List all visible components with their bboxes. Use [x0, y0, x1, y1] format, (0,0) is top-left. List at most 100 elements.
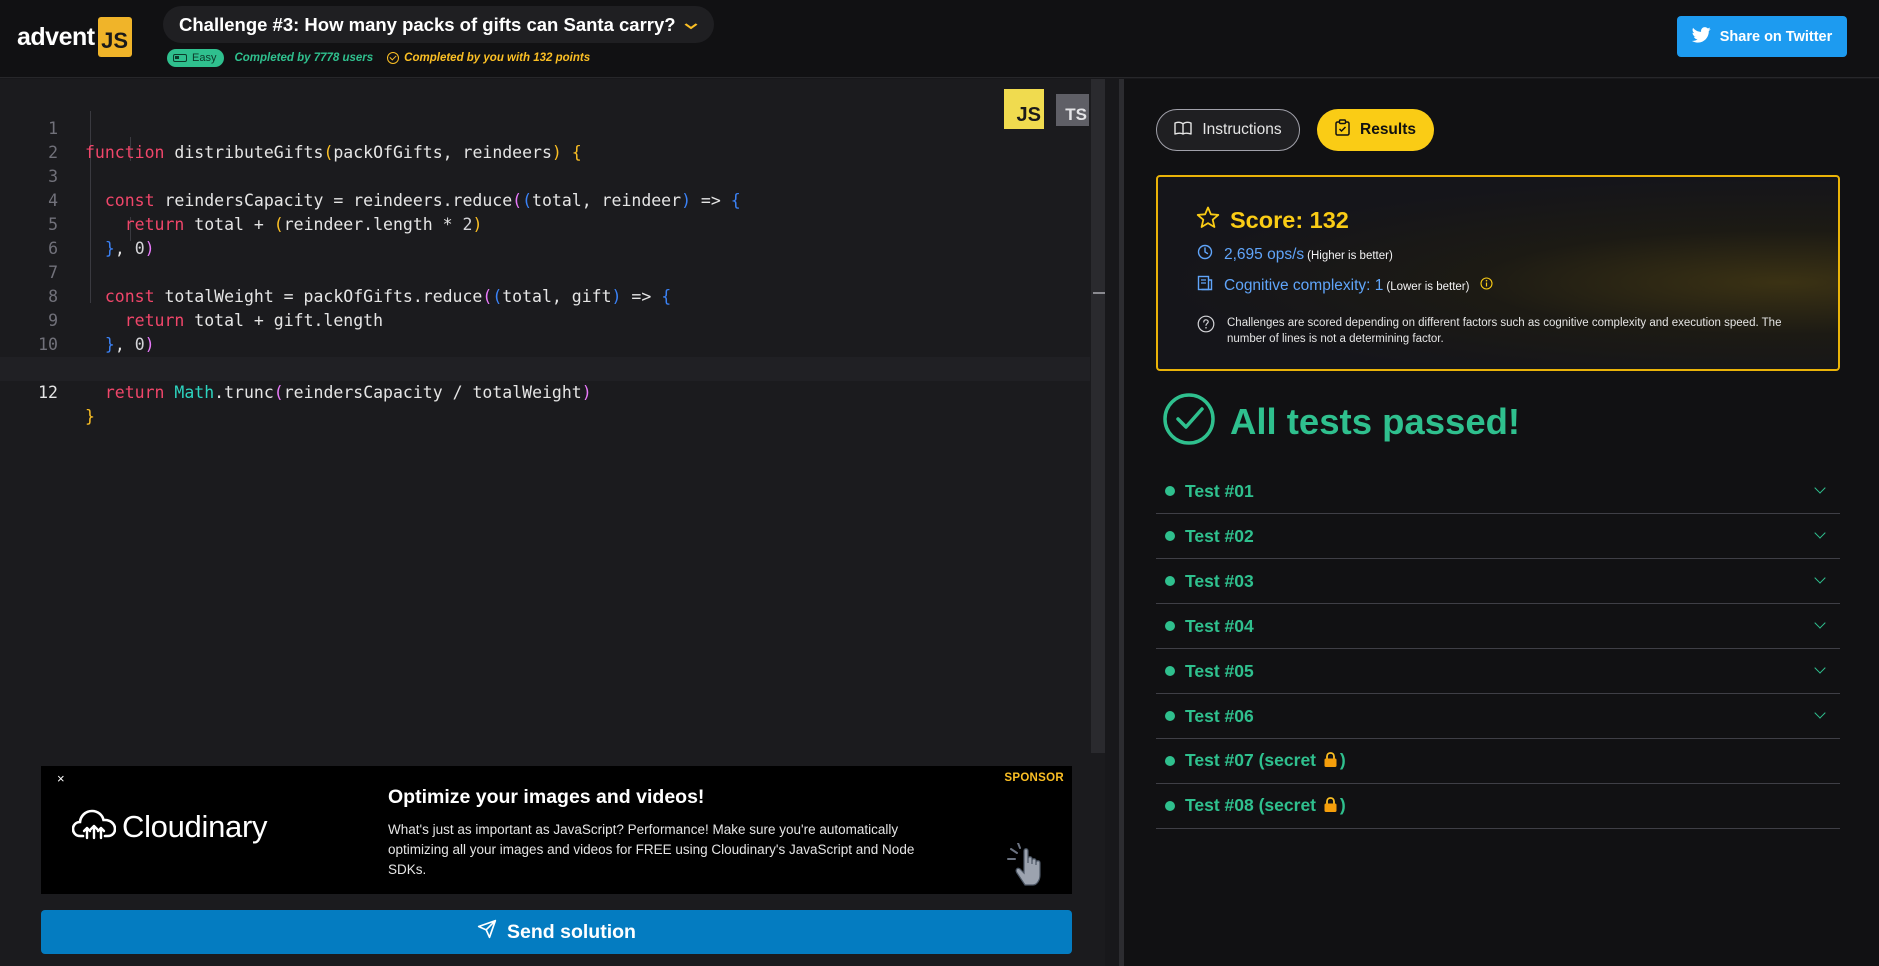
code-line[interactable]: 11 return Math.trunc(reindersCapacity / …	[0, 333, 1090, 402]
challenge-title: Challenge #3: How many packs of gifts ca…	[179, 13, 676, 35]
test-item[interactable]: Test #03	[1156, 559, 1840, 604]
twitter-icon	[1691, 26, 1711, 47]
test-label: Test #05	[1185, 660, 1254, 681]
tab-instructions[interactable]: Instructions	[1156, 109, 1300, 151]
test-item-secret: Test #07 (secret )	[1156, 739, 1840, 784]
clock-icon	[1197, 244, 1213, 265]
logo-text: advent	[17, 22, 95, 51]
scoring-info-row: Challenges are scored depending on diffe…	[1197, 315, 1807, 347]
test-label: Test #03	[1185, 570, 1254, 591]
test-item-secret: Test #08 (secret )	[1156, 784, 1840, 829]
code-line[interactable]: 4 return total + (reindeer.length * 2)	[0, 165, 1090, 234]
code-line[interactable]: 2	[0, 117, 1090, 162]
test-label-text: Test #07 (secret	[1185, 749, 1317, 770]
test-label: Test #06	[1185, 705, 1254, 726]
challenge-meta: Easy Completed by 7778 users Completed b…	[167, 49, 590, 67]
test-label: Test #02	[1185, 525, 1254, 546]
lock-icon	[1323, 751, 1338, 773]
cloudinary-logo: Cloudinary	[71, 808, 268, 845]
chevron-down-icon	[1814, 707, 1826, 719]
status-dot	[1165, 801, 1175, 811]
send-label: Send solution	[507, 920, 636, 943]
difficulty-badge: Easy	[167, 49, 225, 67]
tab-results-label: Results	[1360, 121, 1416, 138]
difficulty-label: Easy	[192, 52, 217, 64]
test-label: Test #04	[1185, 615, 1254, 636]
test-item[interactable]: Test #04	[1156, 604, 1840, 649]
star-icon	[1196, 206, 1220, 234]
complexity-note: (Lower is better)	[1386, 280, 1470, 293]
code-line[interactable]: 7 const totalWeight = packOfGifts.reduce…	[0, 237, 1090, 306]
score-value: Score: 132	[1230, 206, 1349, 233]
score-card: Score: 132 2,695 ops/s (Higher is better)…	[1156, 175, 1840, 371]
code-line[interactable]: 8 return total + gift.length	[0, 261, 1090, 330]
result-title: All tests passed!	[1230, 400, 1521, 442]
check-circle-large-icon	[1162, 392, 1216, 451]
send-solution-button[interactable]: Send solution	[41, 910, 1072, 954]
tab-instructions-label: Instructions	[1202, 121, 1282, 138]
test-item[interactable]: Test #05	[1156, 649, 1840, 694]
code-line[interactable]: 5 }, 0)	[0, 189, 1090, 258]
code-line[interactable]: 6	[0, 213, 1090, 258]
header: advent JS Challenge #3: How many packs o…	[0, 0, 1879, 78]
book-icon	[1174, 121, 1193, 140]
chevron-down-icon	[684, 17, 698, 33]
check-circle-icon	[387, 52, 400, 64]
challenge-selector[interactable]: Challenge #3: How many packs of gifts ca…	[163, 6, 714, 43]
test-item[interactable]: Test #02	[1156, 514, 1840, 559]
completed-you: Completed by you with 132 points	[387, 52, 590, 64]
code-text: return Math.trunc(reindersCapacity / tot…	[104, 383, 592, 402]
language-js-toggle[interactable]: JS	[1004, 89, 1044, 129]
code-line-active[interactable]: 12 }	[0, 357, 1090, 426]
code-line[interactable]: 1 function distributeGifts(packOfGifts, …	[0, 93, 1090, 162]
status-dot	[1165, 486, 1175, 496]
line-number: 12	[38, 383, 58, 402]
logo-js-badge: JS	[97, 17, 132, 57]
scrollbar-cursor-marker	[1093, 292, 1105, 294]
close-icon[interactable]: ×	[57, 771, 65, 786]
sponsor-title: Optimize your images and videos!	[388, 786, 705, 808]
status-dot	[1165, 756, 1175, 766]
info-icon[interactable]	[1480, 276, 1494, 295]
code-line[interactable]: 3 const reindersCapacity = reindeers.red…	[0, 141, 1090, 210]
send-icon	[477, 919, 497, 945]
code-line[interactable]: 10	[0, 309, 1090, 354]
test-label: Test #08 (secret )	[1185, 795, 1346, 818]
editor-scrollbar[interactable]	[1091, 79, 1105, 753]
test-label: Test #07 (secret )	[1185, 750, 1346, 773]
code-text: }	[85, 407, 95, 426]
logo[interactable]: advent JS	[17, 17, 132, 57]
chevron-down-icon	[1814, 662, 1826, 674]
status-dot	[1165, 621, 1175, 631]
sponsor-tag: SPONSOR	[1004, 772, 1064, 784]
battery-icon	[173, 54, 187, 62]
clipboard-check-icon	[1335, 119, 1350, 141]
sponsor-banner[interactable]: × SPONSOR Cloudinary Optimize your image…	[41, 766, 1072, 894]
status-dot	[1165, 666, 1175, 676]
sponsor-body: What's just as important as JavaScript? …	[388, 822, 915, 877]
status-dot	[1165, 711, 1175, 721]
language-ts-toggle[interactable]: TS	[1056, 94, 1089, 126]
help-circle-icon	[1197, 315, 1215, 338]
cloud-icon	[71, 808, 117, 845]
cloudinary-name: Cloudinary	[122, 808, 268, 844]
code-line[interactable]: 9 }, 0)	[0, 285, 1090, 354]
chevron-down-icon	[1814, 482, 1826, 494]
test-item[interactable]: Test #01	[1156, 469, 1840, 514]
test-label: Test #01	[1185, 480, 1254, 501]
test-item[interactable]: Test #06	[1156, 694, 1840, 739]
ops-note: (Higher is better)	[1307, 249, 1393, 262]
share-twitter-button[interactable]: Share on Twitter	[1677, 16, 1847, 57]
completed-you-label: Completed by you with 132 points	[404, 52, 591, 64]
completed-users: Completed by 7778 users	[234, 52, 374, 64]
ops-value: 2,695 ops/s	[1224, 245, 1305, 263]
chevron-down-icon	[1814, 572, 1826, 584]
scoring-info-text: Challenges are scored depending on diffe…	[1227, 317, 1782, 345]
status-dot	[1165, 531, 1175, 541]
chevron-down-icon	[1814, 617, 1826, 629]
layers-icon	[1197, 275, 1213, 296]
share-label: Share on Twitter	[1719, 28, 1833, 45]
tests-list: Test #01 Test #02 Test #03 Test #04 Test…	[1156, 469, 1840, 829]
score-row: Score: 132	[1196, 206, 1349, 234]
tab-results[interactable]: Results	[1317, 109, 1434, 151]
